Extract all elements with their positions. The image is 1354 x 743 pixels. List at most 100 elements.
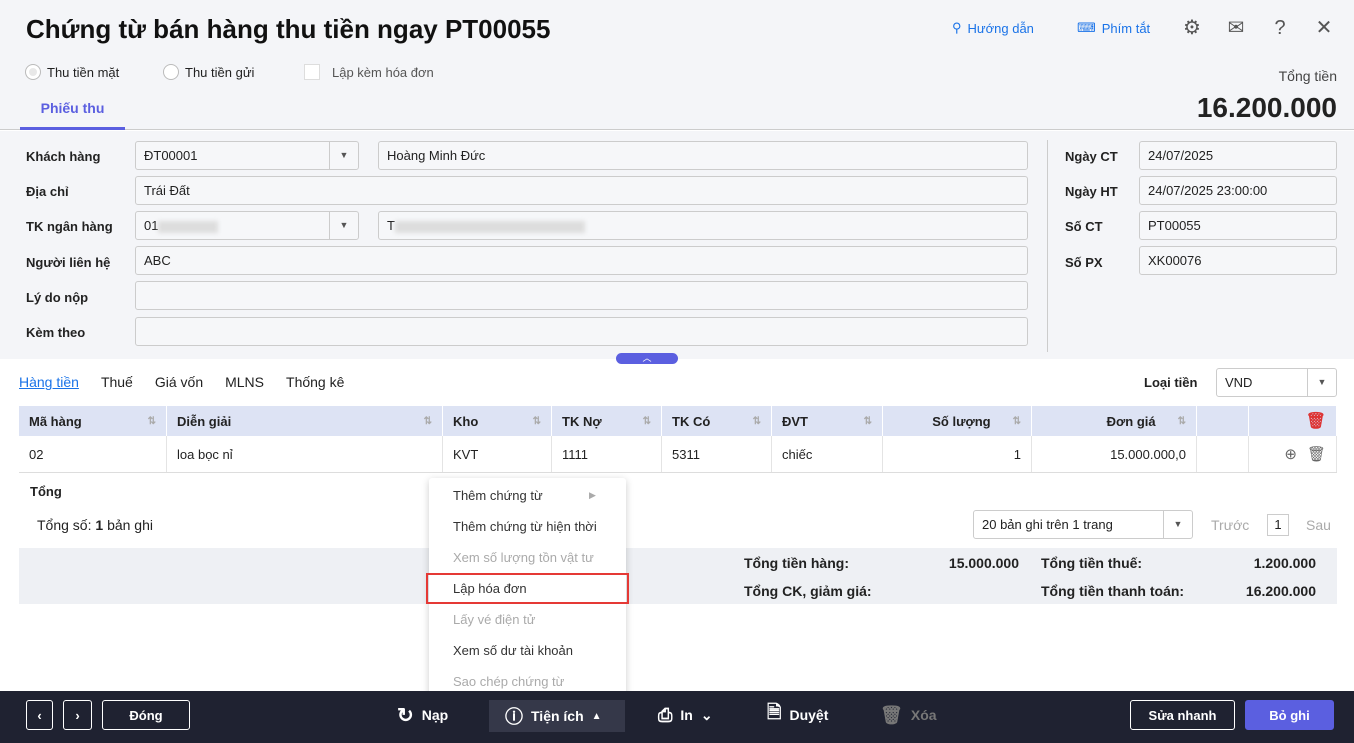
voucher-no-input[interactable]: PT00055 [1139,211,1337,240]
guide-link[interactable]: ⚲ Hướng dẫn [952,20,1034,36]
bank-label: TK ngân hàng [26,219,113,234]
px-label: Số PX [1065,255,1103,270]
delete-button[interactable]: 🗑 Xóa [880,700,937,730]
detail-tabs: Hàng tiền Thuế Giá vốn MLNS Thống kê [19,374,344,390]
goods-value: 15.000.000 [948,555,1019,571]
col-tk-no[interactable]: TK Nợ ⇅ [552,406,662,436]
menu-item-add-current[interactable]: Thêm chứng từ hiện thời [429,511,626,542]
approve-button[interactable]: 🗎 Duyệt [767,700,828,730]
caret-up-icon: ▲ [591,710,602,722]
pay-value: 16.200.000 [1245,583,1316,599]
info-icon: ⓘ [505,707,523,727]
menu-item-account-balance[interactable]: Xem số dư tài khoản [429,635,626,666]
total-row-label: Tổng [30,484,62,499]
total-value: 16.200.000 [1196,92,1337,123]
help-icon[interactable]: ? [1268,16,1292,40]
menu-item-add-voucher[interactable]: Thêm chứng từ ▶ [429,480,626,511]
chevron-down-icon: ▼ [329,142,358,169]
attach-label: Kèm theo [26,325,86,340]
menu-item-view-stock[interactable]: Xem số lượng tồn vật tư [429,542,626,573]
currency-label: Loại tiền [1144,375,1198,390]
quick-edit-button[interactable]: Sửa nhanh [1130,700,1235,730]
radio-deposit[interactable]: Thu tiền gửi [163,64,254,80]
date-input[interactable]: 24/07/2025 [1139,141,1337,170]
post-date-input[interactable]: 24/07/2025 23:00:00 [1139,176,1337,205]
chevron-down-icon: ▼ [1307,369,1336,396]
col-kho[interactable]: Kho ⇅ [443,406,552,436]
record-count: Tổng số: 1 bản ghi [37,517,153,533]
print-button[interactable]: ⎙ In ⌄ [658,700,713,730]
total-label: Tổng tiền [1278,68,1337,84]
page-size-select[interactable]: 20 bản ghi trên 1 trang ▼ [973,510,1193,539]
tab-thong-ke[interactable]: Thống kê [286,374,344,390]
address-input[interactable]: Trái Đất [135,176,1028,205]
pay-label: Tổng tiền thanh toán: [1041,583,1185,599]
menu-item-e-ticket[interactable]: Lấy vé điện tử [429,604,626,635]
prev-record-button[interactable]: ‹ [26,700,53,730]
close-icon[interactable]: ✕ [1312,16,1336,40]
attach-input[interactable] [135,317,1028,346]
table-row[interactable]: 02 loa bọc nỉ KVT 1111 5311 chiếc 1 15.0… [19,436,1337,473]
post-date-label: Ngày HT [1065,184,1118,199]
tab-hang-tien[interactable]: Hàng tiền [19,374,79,390]
voucher-no-label: Số CT [1065,219,1103,234]
reload-button[interactable]: ↻ Nạp [397,700,448,730]
col-ma-hang[interactable]: Mã hàng ⇅ [19,406,167,436]
close-button[interactable]: Đóng [102,700,190,730]
currency-select[interactable]: VND ▼ [1216,368,1337,397]
trash-icon: 🗑 [880,704,903,725]
customer-code-select[interactable]: ĐT00001 ▼ [135,141,359,170]
bank-name-input[interactable]: T [378,211,1028,240]
next-page-button[interactable]: Sau [1306,517,1331,533]
bank-account-select[interactable]: 01 ▼ [135,211,359,240]
next-record-button[interactable]: › [63,700,92,730]
table-header: Mã hàng ⇅ Diễn giải ⇅ Kho ⇅ TK Nợ ⇅ TK Có ⇅ Đ… [19,406,1337,436]
chevron-down-icon: ⌄ [700,706,713,723]
printer-icon: ⎙ [658,704,673,725]
col-don-gia[interactable]: Đơn giá ⇅ [1032,406,1197,436]
tab-thue[interactable]: Thuế [101,374,133,390]
shortcuts-link[interactable]: ⌨ Phím tắt [1077,20,1150,36]
tax-label: Tổng tiền thuế: [1041,555,1143,571]
menu-item-create-invoice[interactable]: Lập hóa đơn [426,573,629,604]
col-dien-giai[interactable]: Diễn giải ⇅ [167,406,443,436]
add-row-icon[interactable]: ⊕ [1284,445,1297,463]
radio-cash[interactable]: Thu tiền mặt [25,64,119,80]
chevron-down-icon: ▼ [1163,511,1192,538]
keyboard-icon: ⌨ [1077,20,1096,35]
divider [1047,140,1048,352]
contact-input[interactable]: ABC [135,246,1028,275]
tab-phieu-thu[interactable]: Phiếu thu [20,100,125,130]
reason-label: Lý do nộp [26,290,89,305]
chevron-down-icon: ▼ [329,212,358,239]
gear-icon[interactable]: ⚙ [1180,16,1204,40]
save-button[interactable]: Bỏ ghi [1245,700,1334,730]
tab-mlns[interactable]: MLNS [225,374,264,390]
mail-icon[interactable]: ✉ [1224,16,1248,40]
page-number[interactable]: 1 [1267,514,1289,536]
customer-label: Khách hàng [26,149,101,164]
customer-name-input[interactable]: Hoàng Minh Đức [378,141,1028,170]
prev-page-button[interactable]: Trước [1211,517,1249,533]
invoice-checkbox[interactable]: Lập kèm hóa đơn [304,64,434,80]
px-input[interactable]: XK00076 [1139,246,1337,275]
utilities-button[interactable]: ⓘ Tiện ích ▲ [489,700,625,732]
utilities-menu: Thêm chứng từ ▶ Thêm chứng từ hiện thời X… [426,478,629,700]
tax-value: 1.200.000 [1253,555,1316,571]
col-dvt[interactable]: ĐVT ⇅ [772,406,883,436]
discount-label: Tổng CK, giảm giá: [744,583,872,599]
collapse-icon[interactable]: ︿ [616,353,678,364]
contact-label: Người liên hệ [26,255,111,270]
document-icon: 🗎 [767,702,782,722]
goods-label: Tổng tiền hàng: [744,555,849,571]
col-tk-co[interactable]: TK Có ⇅ [662,406,772,436]
reason-input[interactable] [135,281,1028,310]
chevron-right-icon: ▶ [589,490,596,500]
delete-row-icon[interactable]: 🗑 [1307,445,1326,463]
tab-gia-von[interactable]: Giá vốn [155,374,203,390]
page-title: Chứng từ bán hàng thu tiền ngay PT00055 [26,14,551,44]
col-so-luong[interactable]: Số lượng ⇅ [883,406,1032,436]
date-label: Ngày CT [1065,149,1118,164]
guide-icon: ⚲ [952,20,962,35]
delete-all-icon[interactable]: 🗑 [1249,406,1337,436]
